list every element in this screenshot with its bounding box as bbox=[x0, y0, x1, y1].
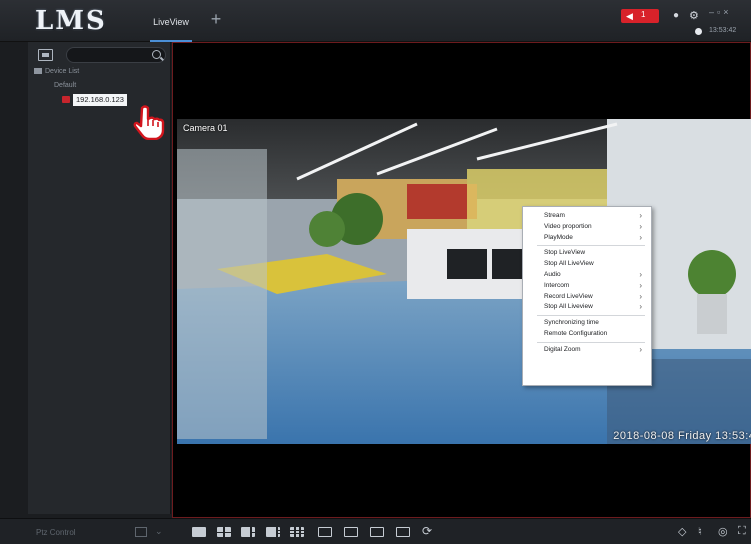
window-controls-icon[interactable]: –▫× bbox=[709, 7, 731, 17]
device-list-icon[interactable] bbox=[38, 49, 53, 61]
menu-separator bbox=[537, 245, 645, 247]
bottom-toolbar: Ptz Control ⌄ ⟳ ◇ ♮ ◎ ⛶ bbox=[0, 518, 751, 544]
tree-root[interactable]: Device List bbox=[34, 68, 79, 80]
ptz-control-label[interactable]: Ptz Control bbox=[36, 528, 76, 537]
live-video[interactable]: Camera 01 2018-08-08 Friday 13:53:42 bbox=[177, 119, 751, 444]
layout-6-button[interactable] bbox=[241, 527, 255, 537]
menu-item-audio[interactable]: Audio bbox=[523, 270, 651, 281]
osd-timestamp: 2018-08-08 Friday 13:53:42 bbox=[613, 430, 751, 442]
tab-liveview[interactable]: LiveView bbox=[142, 8, 200, 42]
layout-4-button[interactable] bbox=[217, 527, 231, 537]
snapshot-icon[interactable]: ◎ bbox=[718, 525, 728, 538]
title-bar: LMS LiveView + ◀ 1 ● ⚙ –▫× 13:53:42 bbox=[0, 0, 751, 42]
menu-item-stop-all-record[interactable]: Stop All Liveview bbox=[523, 302, 651, 313]
menu-item-video-proportion[interactable]: Video proportion bbox=[523, 222, 651, 233]
alarm-count: 1 bbox=[641, 10, 646, 19]
device-label[interactable]: 192.168.0.123 bbox=[73, 94, 127, 106]
menu-item-intercom[interactable]: Intercom bbox=[523, 281, 651, 292]
refresh-icon[interactable]: ⟳ bbox=[422, 524, 432, 538]
tree-root-label: Device List bbox=[45, 68, 80, 75]
clock: 13:53:42 bbox=[709, 27, 737, 34]
alarm-icon: ◀ bbox=[626, 11, 633, 21]
chevron-down-icon[interactable]: ⌄ bbox=[155, 526, 163, 537]
layout-64-button[interactable] bbox=[396, 527, 410, 537]
layout-25-button[interactable] bbox=[344, 527, 358, 537]
layout-8-button[interactable] bbox=[266, 527, 280, 537]
fullscreen-icon[interactable]: ⛶ bbox=[738, 525, 746, 538]
menu-item-remote-configuration[interactable]: Remote Configuration bbox=[523, 329, 651, 340]
menu-separator bbox=[537, 341, 645, 343]
microphone-icon[interactable]: ♮ bbox=[698, 525, 702, 538]
search-icon[interactable] bbox=[152, 50, 161, 59]
folder-icon bbox=[34, 68, 42, 75]
ptz-panel-icon[interactable] bbox=[135, 527, 147, 537]
search-box[interactable] bbox=[66, 47, 166, 63]
layout-36-button[interactable] bbox=[370, 527, 384, 537]
menu-item-playmode[interactable]: PlayMode bbox=[523, 233, 651, 244]
ptz-icon[interactable]: ◇ bbox=[678, 525, 686, 538]
panel-toolbar bbox=[34, 47, 166, 63]
layout-9-button[interactable] bbox=[290, 527, 304, 537]
video-window[interactable]: Camera 01 2018-08-08 Friday 13:53:42 bbox=[172, 42, 751, 518]
hand-cursor-icon bbox=[133, 105, 165, 140]
menu-item-record-liveview[interactable]: Record LiveView bbox=[523, 292, 651, 303]
device-panel: Device List Default 192.168.0.123 bbox=[28, 42, 171, 514]
camera-icon bbox=[62, 96, 70, 103]
menu-item-synchronizing-time[interactable]: Synchronizing time bbox=[523, 318, 651, 329]
app-logo: LMS bbox=[35, 6, 107, 36]
search-input[interactable] bbox=[73, 49, 147, 61]
status-dot bbox=[695, 28, 702, 35]
menu-item-stop-all-liveview[interactable]: Stop All LiveView bbox=[523, 259, 651, 270]
menu-item-digital-zoom[interactable]: Digital Zoom bbox=[523, 345, 651, 356]
context-menu: Stream Video proportion PlayMode Stop Li… bbox=[522, 206, 652, 386]
add-tab-button[interactable]: + bbox=[207, 10, 225, 29]
gear-icon[interactable]: ⚙ bbox=[689, 9, 699, 22]
tree-group[interactable]: Default bbox=[54, 82, 76, 89]
user-icon[interactable]: ● bbox=[673, 10, 679, 21]
menu-item-stop-liveview[interactable]: Stop LiveView bbox=[523, 248, 651, 259]
camera-feed-image bbox=[177, 119, 751, 444]
menu-separator bbox=[537, 315, 645, 317]
layout-16-button[interactable] bbox=[318, 527, 332, 537]
menu-item-stream[interactable]: Stream bbox=[523, 211, 651, 222]
camera-name-osd: Camera 01 bbox=[183, 123, 228, 133]
layout-1-button[interactable] bbox=[192, 527, 206, 537]
alarm-button[interactable]: ◀ 1 bbox=[621, 9, 659, 23]
